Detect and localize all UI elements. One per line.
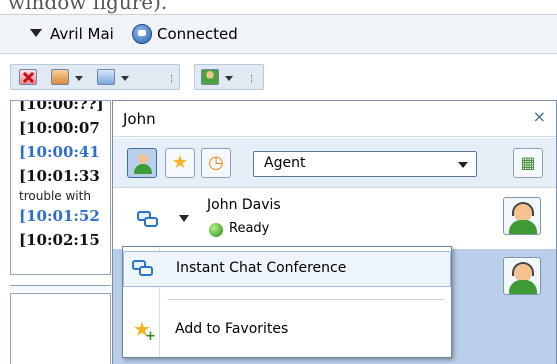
panel-splitter[interactable]	[10, 285, 111, 291]
popup-toolbar: ★ ◷ Agent ▦	[113, 138, 556, 188]
menu-item-label: Instant Chat Conference	[176, 260, 347, 276]
team-dropdown-icon[interactable]	[225, 76, 233, 81]
all-contacts-button[interactable]	[127, 148, 157, 178]
chat-transcript[interactable]: [10:00:??] [10:00:07 [10:00:41 [10:01:33…	[10, 100, 111, 275]
transcript-line: [10:01:33	[19, 167, 100, 185]
toolbar-grip[interactable]	[171, 75, 175, 83]
agent-avatar-icon	[503, 257, 541, 295]
caption: window figure).	[0, 0, 557, 14]
status-dropdown-caret-icon[interactable]	[30, 29, 42, 37]
caption-text: window figure).	[8, 0, 168, 14]
ready-status-icon	[209, 223, 223, 237]
status-bar: Avril Mai Connected	[0, 14, 557, 54]
toolbar-grip[interactable]	[251, 75, 255, 83]
agent-avatar-icon	[503, 197, 541, 235]
end-interaction-icon[interactable]	[19, 69, 37, 85]
view-options-button[interactable]: ▦	[513, 148, 543, 178]
contact-context-menu: Instant Chat Conference ★ + Add to Favor…	[122, 246, 452, 358]
agent-name[interactable]: Avril Mai	[50, 25, 114, 43]
close-icon[interactable]: ×	[533, 107, 546, 126]
chat-input-area[interactable]	[10, 293, 111, 364]
star-icon: ★	[171, 152, 189, 173]
transfer-icon[interactable]	[51, 69, 69, 85]
contact-type-select[interactable]: Agent	[253, 151, 477, 177]
transcript-partial-line: [10:00:??]	[19, 100, 104, 113]
transfer-dropdown-icon[interactable]	[75, 76, 83, 81]
conference-dropdown-icon[interactable]	[121, 76, 129, 81]
grid-icon: ▦	[520, 153, 536, 172]
team-communicator-icon[interactable]	[201, 69, 219, 85]
chat-icon[interactable]	[137, 211, 159, 229]
recent-button[interactable]: ◷	[201, 148, 231, 178]
menu-item-label: Add to Favorites	[175, 321, 289, 337]
menu-separator	[167, 299, 445, 300]
contact-type-value: Agent	[264, 155, 306, 171]
clock-icon: ◷	[208, 152, 224, 173]
main-toolbar	[0, 60, 557, 94]
favorites-button[interactable]: ★	[165, 148, 195, 178]
transcript-line: [10:01:52	[19, 207, 100, 225]
connection-status: Connected	[157, 25, 238, 43]
connected-status-icon	[132, 24, 152, 44]
contact-name: John Davis	[207, 197, 281, 213]
toolbar-group-actions	[10, 64, 180, 90]
contact-status: Ready	[229, 221, 270, 236]
chat-conference-icon	[132, 260, 154, 278]
chevron-down-icon	[458, 162, 468, 168]
chat-conference-icon[interactable]	[97, 69, 115, 85]
popup-search-text[interactable]: John	[123, 110, 156, 128]
transcript-line: [10:00:07	[19, 119, 100, 137]
transcript-line: [10:00:41	[19, 143, 100, 161]
popup-title-bar: John ×	[113, 101, 556, 137]
menu-item-instant-chat-conference[interactable]: Instant Chat Conference	[123, 251, 451, 287]
menu-item-add-to-favorites[interactable]: ★ + Add to Favorites	[123, 313, 451, 349]
transcript-line: trouble with	[19, 189, 91, 203]
chevron-down-icon[interactable]	[179, 215, 189, 222]
contact-row[interactable]: John Davis Ready	[113, 189, 556, 249]
transcript-line: [10:02:15	[19, 231, 100, 249]
plus-icon: +	[145, 329, 156, 344]
toolbar-group-team	[194, 64, 264, 90]
contacts-icon	[132, 152, 154, 174]
